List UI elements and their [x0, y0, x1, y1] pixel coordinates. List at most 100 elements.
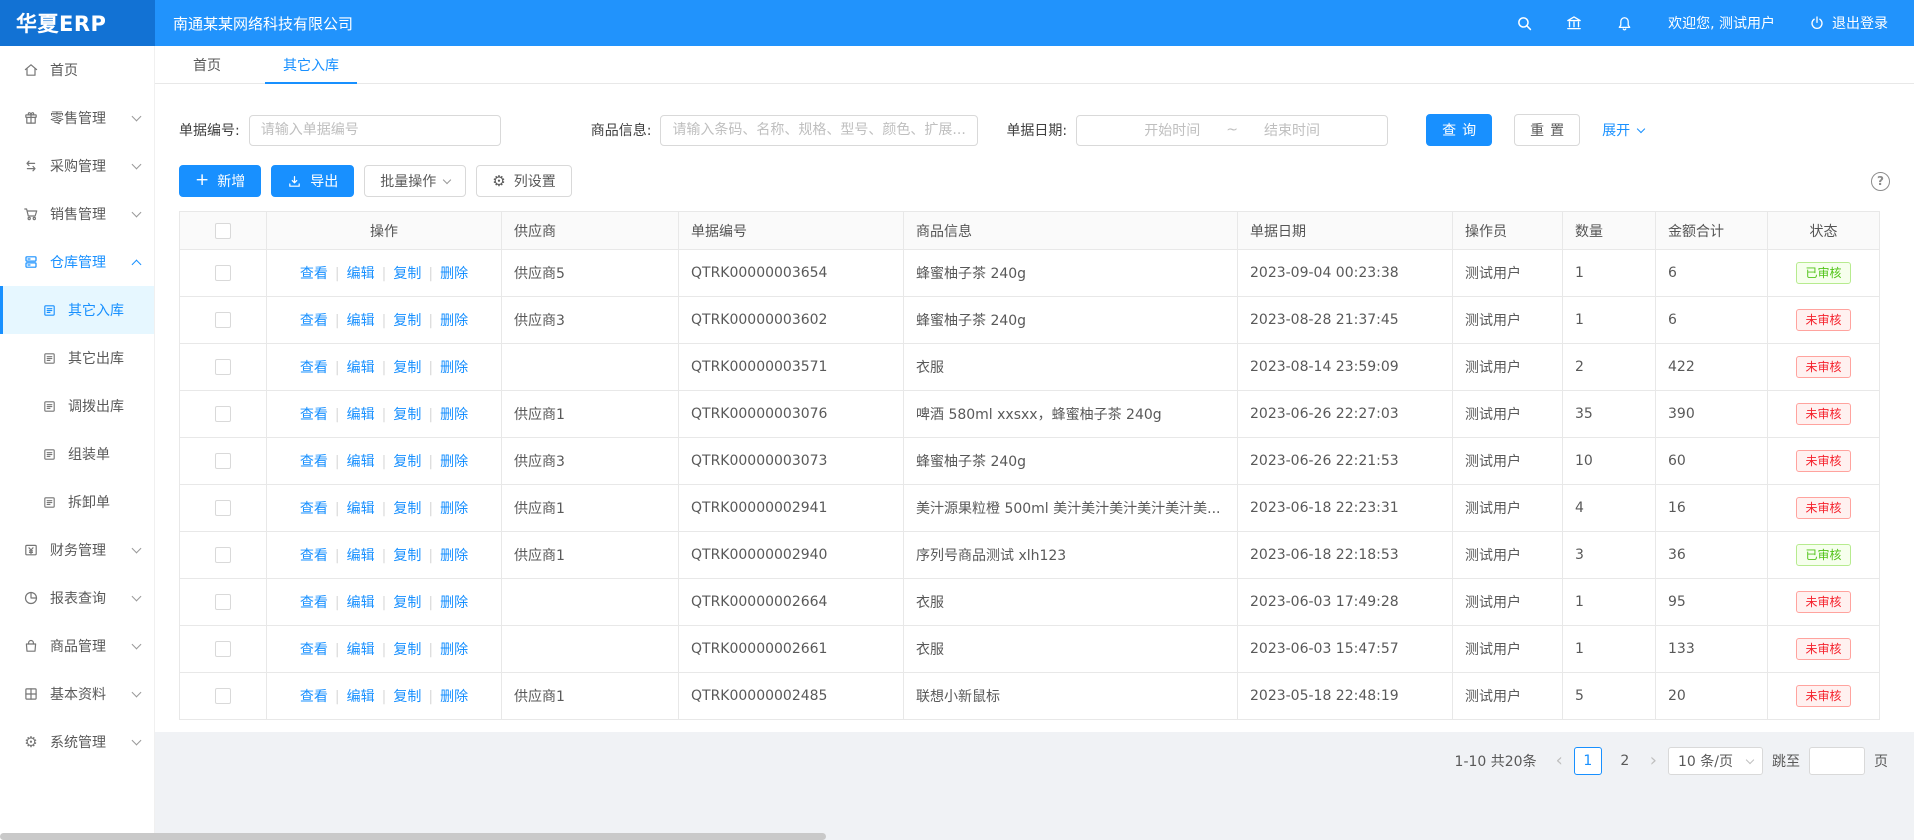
row-action-edit[interactable]: 编辑	[347, 407, 375, 423]
column-settings-button[interactable]: ⚙ 列设置	[476, 165, 571, 197]
jump-page-input[interactable]	[1809, 747, 1865, 775]
row-action-view[interactable]: 查看	[300, 689, 328, 705]
chevron-down-icon	[132, 160, 142, 170]
row-checkbox[interactable]	[215, 547, 231, 563]
row-checkbox[interactable]	[215, 500, 231, 516]
status-badge: 未审核	[1796, 450, 1850, 472]
row-action-delete[interactable]: 删除	[440, 501, 468, 517]
row-checkbox[interactable]	[215, 688, 231, 704]
row-action-edit[interactable]: 编辑	[347, 360, 375, 376]
sidebar-item-retail[interactable]: 零售管理	[0, 94, 154, 142]
row-action-delete[interactable]: 删除	[440, 454, 468, 470]
row-action-view[interactable]: 查看	[300, 548, 328, 564]
batch-actions-button[interactable]: 批量操作	[364, 165, 466, 197]
add-button[interactable]: + 新增	[179, 165, 261, 197]
row-action-copy[interactable]: 复制	[393, 642, 421, 658]
row-action-edit[interactable]: 编辑	[347, 595, 375, 611]
cell-qty: 5	[1563, 673, 1656, 720]
row-action-copy[interactable]: 复制	[393, 501, 421, 517]
row-action-delete[interactable]: 删除	[440, 642, 468, 658]
row-action-edit[interactable]: 编辑	[347, 266, 375, 282]
select-all-checkbox[interactable]	[215, 223, 231, 239]
row-action-copy[interactable]: 复制	[393, 548, 421, 564]
row-action-delete[interactable]: 删除	[440, 548, 468, 564]
row-action-view[interactable]: 查看	[300, 407, 328, 423]
logout-button[interactable]: 退出登录	[1809, 13, 1888, 33]
bill-no-input[interactable]	[249, 115, 501, 146]
table-row: 查看|编辑|复制|删除供应商1QTRK00000002940序列号商品测试 xl…	[180, 532, 1880, 579]
row-action-copy[interactable]: 复制	[393, 360, 421, 376]
sidebar-item-transfer-outbound[interactable]: 调拨出库	[0, 382, 154, 430]
row-checkbox[interactable]	[215, 359, 231, 375]
sidebar-item-finance[interactable]: 财务管理	[0, 526, 154, 574]
row-action-view[interactable]: 查看	[300, 360, 328, 376]
date-range-input[interactable]: 开始时间 ~ 结束时间	[1076, 115, 1388, 146]
horizontal-scrollbar[interactable]	[0, 833, 826, 840]
sidebar-item-other-outbound[interactable]: 其它出库	[0, 334, 154, 382]
sidebar-item-sales[interactable]: 销售管理	[0, 190, 154, 238]
row-action-delete[interactable]: 删除	[440, 689, 468, 705]
search-button[interactable]: 查询	[1426, 114, 1492, 146]
row-action-view[interactable]: 查看	[300, 595, 328, 611]
search-icon[interactable]	[1514, 13, 1534, 33]
row-action-edit[interactable]: 编辑	[347, 454, 375, 470]
expand-link[interactable]: 展开	[1602, 120, 1644, 140]
cell-qty: 35	[1563, 391, 1656, 438]
sidebar-item-system[interactable]: ⚙ 系统管理	[0, 718, 154, 766]
row-action-delete[interactable]: 删除	[440, 266, 468, 282]
row-action-view[interactable]: 查看	[300, 501, 328, 517]
page-button-1[interactable]: 1	[1574, 747, 1602, 775]
product-info-input[interactable]	[660, 115, 978, 146]
welcome-user[interactable]: 欢迎您, 测试用户	[1668, 13, 1775, 33]
export-button[interactable]: 导出	[271, 165, 354, 197]
sidebar-item-goods[interactable]: 商品管理	[0, 622, 154, 670]
tab-home[interactable]: 首页	[187, 46, 227, 83]
chevron-down-icon	[132, 688, 142, 698]
bank-icon[interactable]	[1564, 13, 1584, 33]
sidebar-item-label: 零售管理	[50, 108, 133, 128]
row-action-copy[interactable]: 复制	[393, 595, 421, 611]
row-action-delete[interactable]: 删除	[440, 595, 468, 611]
sidebar-item-assembly[interactable]: 组装单	[0, 430, 154, 478]
sidebar-item-other-inbound[interactable]: 其它入库	[0, 286, 154, 334]
bill-no-label: 单据编号:	[179, 120, 240, 140]
prev-page-button[interactable]: ‹	[1554, 752, 1565, 770]
row-action-edit[interactable]: 编辑	[347, 689, 375, 705]
row-checkbox[interactable]	[215, 406, 231, 422]
row-checkbox[interactable]	[215, 453, 231, 469]
row-checkbox[interactable]	[215, 641, 231, 657]
row-checkbox[interactable]	[215, 265, 231, 281]
row-action-copy[interactable]: 复制	[393, 689, 421, 705]
row-action-edit[interactable]: 编辑	[347, 548, 375, 564]
row-action-copy[interactable]: 复制	[393, 407, 421, 423]
row-action-view[interactable]: 查看	[300, 266, 328, 282]
bell-icon[interactable]	[1614, 13, 1634, 33]
row-action-copy[interactable]: 复制	[393, 266, 421, 282]
page-size-select[interactable]: 10 条/页	[1668, 747, 1763, 775]
row-checkbox[interactable]	[215, 312, 231, 328]
row-action-view[interactable]: 查看	[300, 313, 328, 329]
page-button-2[interactable]: 2	[1611, 747, 1639, 775]
status-badge: 未审核	[1796, 685, 1850, 707]
row-action-copy[interactable]: 复制	[393, 454, 421, 470]
row-action-view[interactable]: 查看	[300, 454, 328, 470]
row-checkbox[interactable]	[215, 594, 231, 610]
reset-button[interactable]: 重置	[1514, 114, 1580, 146]
sidebar-item-reports[interactable]: 报表查询	[0, 574, 154, 622]
next-page-button[interactable]: ›	[1648, 752, 1659, 770]
row-action-view[interactable]: 查看	[300, 642, 328, 658]
row-action-edit[interactable]: 编辑	[347, 501, 375, 517]
sidebar-item-basics[interactable]: 基本资料	[0, 670, 154, 718]
row-action-delete[interactable]: 删除	[440, 360, 468, 376]
sidebar-item-disassembly[interactable]: 拆卸单	[0, 478, 154, 526]
row-action-delete[interactable]: 删除	[440, 407, 468, 423]
row-action-edit[interactable]: 编辑	[347, 642, 375, 658]
sidebar-item-home[interactable]: 首页	[0, 46, 154, 94]
help-icon[interactable]: ?	[1871, 172, 1890, 191]
row-action-delete[interactable]: 删除	[440, 313, 468, 329]
row-action-copy[interactable]: 复制	[393, 313, 421, 329]
row-action-edit[interactable]: 编辑	[347, 313, 375, 329]
sidebar-item-warehouse[interactable]: 仓库管理	[0, 238, 154, 286]
sidebar-item-purchase[interactable]: 采购管理	[0, 142, 154, 190]
tab-other-inbound[interactable]: 其它入库	[277, 46, 345, 83]
